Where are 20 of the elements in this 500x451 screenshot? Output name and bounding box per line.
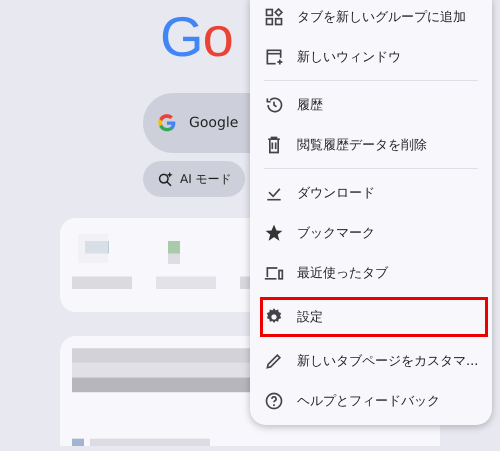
menu-item[interactable]: 新しいウィンドウ — [250, 37, 492, 77]
menu-item[interactable]: タブを新しいグループに追加 — [250, 0, 492, 37]
menu-item[interactable]: 閲覧履歴データを削除 — [250, 125, 492, 165]
ai-mode-button[interactable]: AI モード — [143, 161, 245, 197]
menu-item[interactable]: 設定 — [260, 297, 488, 337]
sparkle-search-icon — [157, 170, 174, 188]
menu-item[interactable]: ブックマーク — [250, 213, 492, 253]
menu-item[interactable]: ダウンロード — [250, 173, 492, 213]
menu-item[interactable]: 最近使ったタブ — [250, 253, 492, 293]
help-icon — [264, 391, 284, 411]
menu-item[interactable]: ヘルプとフィードバック — [250, 381, 492, 421]
window-plus-icon — [264, 47, 284, 67]
menu-item[interactable]: 履歴 — [250, 85, 492, 125]
star-icon — [264, 223, 284, 243]
history-icon — [264, 95, 284, 115]
google-logo: Go — [160, 4, 233, 70]
tile-grid-icon — [264, 7, 284, 27]
g-icon — [157, 113, 177, 133]
menu-item[interactable]: 新しいタブページをカスタマ... — [250, 341, 492, 381]
pencil-icon — [264, 351, 284, 371]
